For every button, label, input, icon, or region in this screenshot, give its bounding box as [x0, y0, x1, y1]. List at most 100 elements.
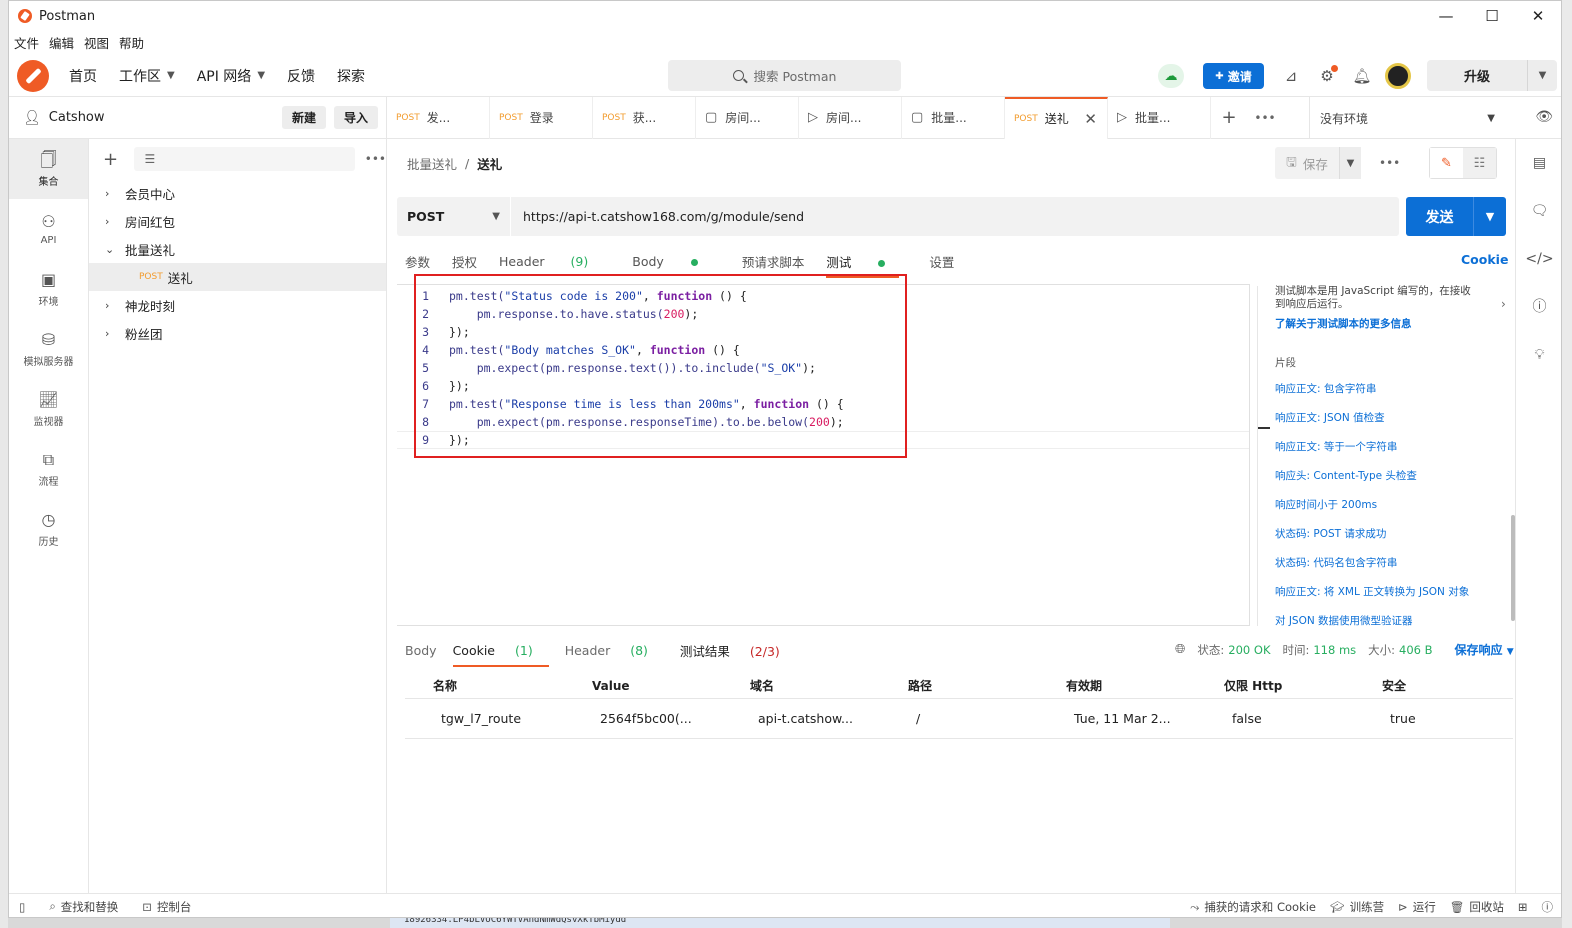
settings-gear-icon[interactable]: ⚙	[1316, 65, 1338, 87]
collection-dragon-moment[interactable]: › 神龙时刻	[89, 291, 386, 319]
new-tab-icon[interactable]: +	[1211, 107, 1247, 128]
sidebar-item-collections[interactable]: 🗍︎ 集合	[9, 139, 88, 199]
workspace-name[interactable]: Catshow	[49, 110, 282, 125]
method-select[interactable]: POST ▼	[397, 197, 511, 236]
global-search[interactable]: 搜索 Postman	[668, 60, 901, 91]
save-button[interactable]: 🖫︎ 保存	[1275, 147, 1339, 179]
tab-response-header[interactable]: Header (8)	[565, 643, 664, 658]
runner-button[interactable]: ⊳ 运行	[1398, 899, 1436, 915]
learn-more-link[interactable]: 了解关于测试脚本的更多信息	[1275, 316, 1511, 331]
more-tabs-icon[interactable]: •••	[1247, 111, 1283, 125]
nav-api-network[interactable]: API 网络 ▼	[197, 66, 265, 86]
sidebar-item-environments[interactable]: ▣ 环境	[9, 259, 88, 319]
menu-help[interactable]: 帮助	[119, 33, 144, 52]
tab-request[interactable]: POST 发...	[387, 96, 490, 139]
bell-icon[interactable]: 🔔︎	[1351, 65, 1373, 87]
breadcrumb-parent[interactable]: 批量送礼	[407, 154, 457, 173]
edit-pencil-icon[interactable]: ✎	[1430, 148, 1463, 178]
tab-settings[interactable]: 设置	[929, 252, 954, 271]
snippet-link[interactable]: 响应正文: 等于一个字符串	[1275, 439, 1511, 468]
collection-fan-club[interactable]: › 粉丝团	[89, 319, 386, 347]
toggle-sidebar-icon[interactable]: ▯	[19, 900, 25, 914]
tab-runner[interactable]: ▷ 批量...	[1108, 96, 1211, 139]
snippet-link[interactable]: 响应正文: 包含字符串	[1275, 381, 1511, 410]
tab-response-body[interactable]: Body	[405, 643, 437, 658]
more-options-icon[interactable]: •••	[365, 152, 386, 166]
tab-request[interactable]: POST 登录	[490, 96, 593, 139]
documentation-icon[interactable]: ▤	[1516, 139, 1561, 187]
tab-tests[interactable]: 测试	[826, 252, 907, 278]
collection-member-center[interactable]: › 会员中心	[89, 179, 386, 207]
globe-icon[interactable]: 🌐︎	[1175, 642, 1185, 657]
lightbulb-icon[interactable]: 💡︎	[1516, 331, 1561, 379]
snippet-link[interactable]: 响应正文: JSON 值检查	[1275, 410, 1511, 439]
new-button[interactable]: 新建	[281, 106, 326, 129]
url-input[interactable]: https://api-t.catshow168.com/g/module/se…	[511, 209, 804, 224]
collection-room-redpacket[interactable]: › 房间红包	[89, 207, 386, 235]
minimize-button[interactable]: —	[1423, 1, 1469, 31]
satellite-icon[interactable]: ⊿	[1280, 65, 1302, 87]
close-window-button[interactable]: ✕	[1515, 1, 1561, 31]
tab-collection[interactable]: ▢ 批量...	[902, 96, 1005, 139]
snippet-link[interactable]: 响应头: Content-Type 头检查	[1275, 468, 1511, 497]
filter-input[interactable]: ☰	[134, 147, 355, 171]
bootcamp-button[interactable]: 🎓︎ 训练营	[1330, 899, 1384, 915]
tab-auth[interactable]: 授权	[452, 252, 477, 271]
save-dropdown-icon[interactable]: ▼	[1339, 147, 1361, 179]
sidebar-item-api[interactable]: ⚇ API	[9, 199, 88, 259]
invite-button[interactable]: ✚ 邀请	[1203, 63, 1264, 89]
postman-logo[interactable]	[17, 59, 49, 92]
tab-request-active[interactable]: POST 送礼 ✕	[1005, 96, 1108, 139]
info-icon[interactable]: ⓘ	[1516, 283, 1561, 331]
sidebar-item-mock-servers[interactable]: ⛁ 模拟服务器	[9, 319, 88, 379]
chevron-down-icon[interactable]: ▼	[1528, 70, 1557, 81]
sidebar-item-monitors[interactable]: 📈︎ 监视器	[9, 379, 88, 439]
editor-scrollbar[interactable]	[1257, 286, 1270, 626]
nav-explore[interactable]: 探索	[337, 66, 365, 86]
console-button[interactable]: ⊡ 控制台	[142, 899, 191, 915]
comment-icon[interactable]: ☷	[1463, 148, 1496, 178]
menu-file[interactable]: 文件	[14, 33, 39, 52]
sidebar-item-flows[interactable]: ⧉ 流程	[9, 439, 88, 499]
request-send-gift[interactable]: POST 送礼	[89, 263, 386, 291]
tab-prerequest-script[interactable]: 预请求脚本	[742, 252, 805, 271]
tab-response-cookie[interactable]: Cookie (1)	[452, 643, 549, 667]
collection-batch-gift[interactable]: ⌄ 批量送礼	[89, 235, 386, 263]
tab-body[interactable]: Body	[632, 254, 720, 269]
upgrade-button[interactable]: 升级 ▼	[1427, 60, 1557, 91]
nav-feedback[interactable]: 反馈	[287, 66, 315, 86]
save-response-button[interactable]: 保存响应 ▼	[1455, 641, 1514, 658]
breadcrumb-current[interactable]: 送礼	[477, 154, 502, 173]
capture-button[interactable]: ⤳ 捕获的请求和 Cookie	[1190, 899, 1316, 915]
trash-button[interactable]: 🗑︎ 回收站	[1450, 899, 1504, 915]
tab-runner[interactable]: ▷ 房间...	[799, 96, 902, 139]
layout-icon[interactable]: ⊞	[1518, 900, 1528, 914]
close-icon[interactable]: ✕	[1084, 110, 1097, 128]
nav-home[interactable]: 首页	[69, 66, 97, 86]
maximize-button[interactable]: ☐	[1469, 1, 1515, 31]
chevron-right-icon[interactable]: ›	[1501, 297, 1506, 311]
nav-workspace[interactable]: 工作区 ▼	[119, 66, 175, 86]
tab-collection[interactable]: ▢ 房间...	[696, 96, 799, 139]
tab-test-results[interactable]: 测试结果 (2/3)	[680, 641, 796, 660]
tab-headers[interactable]: Header (9)	[499, 254, 610, 269]
cookie-link[interactable]: Cookie	[1461, 252, 1508, 267]
code-icon[interactable]: </>	[1516, 235, 1561, 283]
snippet-link[interactable]: 状态码: 代码名包含字符串	[1275, 555, 1511, 584]
snippet-link[interactable]: 状态码: POST 请求成功	[1275, 526, 1511, 555]
eye-icon[interactable]: 👁︎	[1535, 109, 1553, 125]
chevron-down-icon[interactable]: ▼	[1474, 210, 1506, 223]
send-button[interactable]: 发送 ▼	[1406, 197, 1506, 236]
more-options-icon[interactable]: •••	[1379, 156, 1400, 170]
menu-edit[interactable]: 编辑	[49, 33, 74, 52]
comments-icon[interactable]: 🗨︎	[1516, 187, 1561, 235]
environment-selector[interactable]: 没有环境 ▼	[1309, 97, 1505, 139]
sidebar-item-history[interactable]: ◷ 历史	[9, 499, 88, 559]
help-icon[interactable]: ⓘ	[1542, 899, 1554, 915]
tab-request[interactable]: POST 获...	[593, 96, 696, 139]
menu-view[interactable]: 视图	[84, 33, 109, 52]
sync-status-icon[interactable]: ☁	[1158, 64, 1184, 88]
find-replace-button[interactable]: ⌕ 查找和替换	[49, 899, 118, 915]
snippet-link[interactable]: 对 JSON 数据使用微型验证器	[1275, 613, 1511, 642]
snippet-link[interactable]: 响应时间小于 200ms	[1275, 497, 1511, 526]
